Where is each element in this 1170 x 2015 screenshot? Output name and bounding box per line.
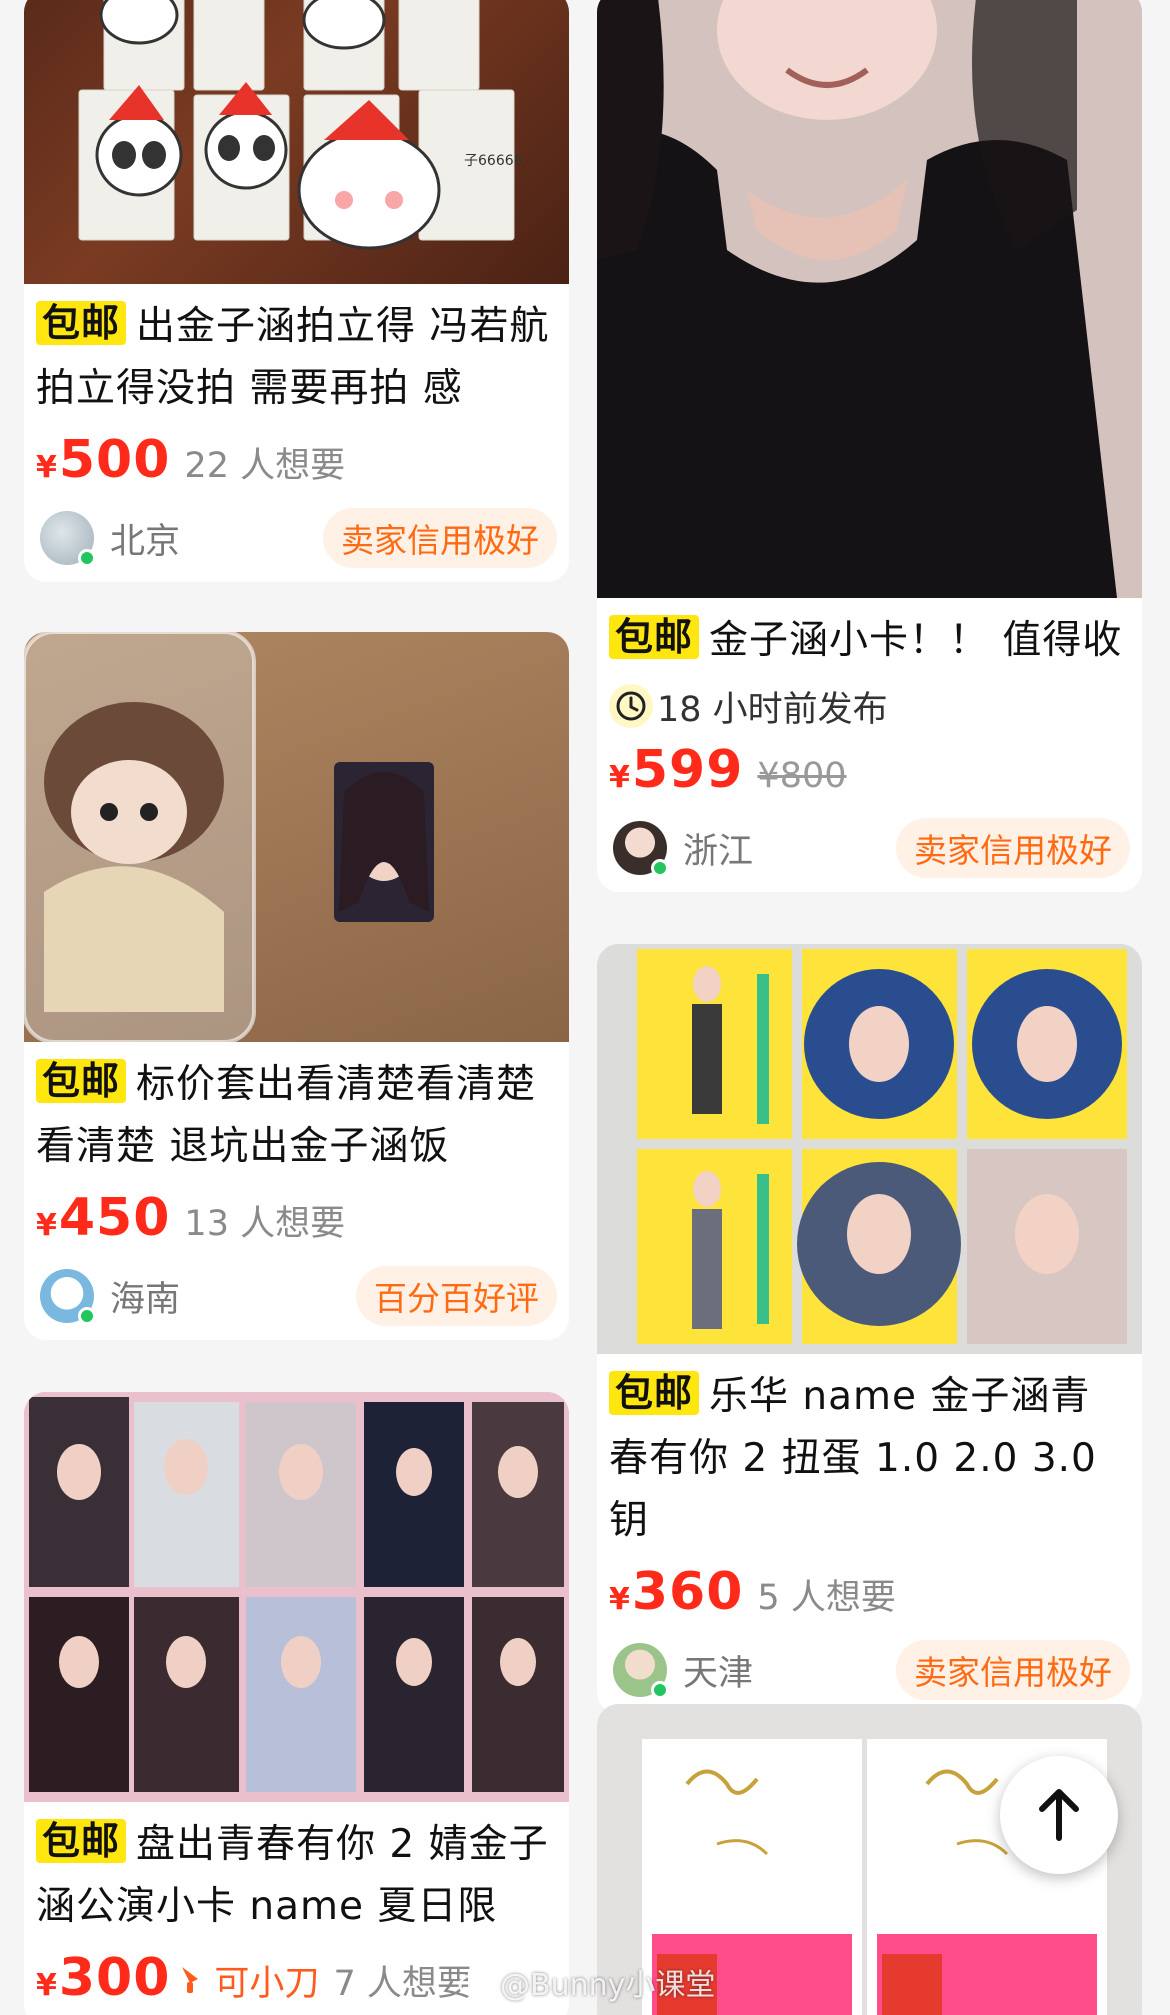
product-price: 500 <box>58 430 171 490</box>
product-card[interactable]: 包邮 金子涵小卡！！ 值得收 18 小时前发布 ¥ 599 ¥800 浙江 卖家… <box>597 0 1142 892</box>
negotiable-label: 可小刀 <box>214 1964 320 2004</box>
seller-city: 海南 <box>110 1279 181 1320</box>
online-indicator <box>651 859 669 877</box>
product-price: 300 <box>58 1948 171 2008</box>
product-price: 450 <box>58 1188 171 1248</box>
free-shipping-tag: 包邮 <box>609 1371 700 1415</box>
product-title: 包邮 金子涵小卡！！ 值得收 <box>609 610 1130 672</box>
want-count: 13 人想要 <box>184 1204 346 1244</box>
seller-row: 天津 卖家信用极好 <box>609 1640 1130 1700</box>
currency-symbol: ¥ <box>609 760 630 795</box>
product-image[interactable] <box>597 944 1142 1354</box>
back-to-top-button[interactable] <box>1000 1756 1118 1874</box>
seller-credit-badge: 卖家信用极好 <box>896 818 1130 878</box>
seller-row: 浙江 卖家信用极好 <box>609 818 1130 878</box>
publish-time-row: 18 小时前发布 <box>609 676 1130 736</box>
free-shipping-tag: 包邮 <box>36 301 127 345</box>
avatar[interactable] <box>40 1269 96 1325</box>
price-row: ¥ 500 22 人想要 <box>36 430 557 494</box>
free-shipping-tag: 包邮 <box>36 1059 127 1103</box>
free-shipping-tag: 包邮 <box>609 615 700 659</box>
currency-symbol: ¥ <box>36 1208 57 1243</box>
online-indicator <box>651 1681 669 1699</box>
avatar[interactable] <box>40 511 96 567</box>
product-title: 包邮 标价套出看清楚看清楚看清楚 退坑出金子涵饭 <box>36 1059 537 1169</box>
avatar[interactable] <box>613 1643 669 1699</box>
original-price: ¥800 <box>757 756 847 796</box>
publish-time: 18 小时前发布 <box>657 689 888 730</box>
avatar[interactable] <box>613 821 669 877</box>
seller-city: 北京 <box>110 521 181 562</box>
seller-rating-badge: 百分百好评 <box>356 1266 557 1326</box>
product-image[interactable] <box>24 632 569 1042</box>
product-card[interactable]: 子66666 包邮 出金子涵拍立得 冯若航拍立得没拍 需要再拍 感 ¥ 500 2… <box>24 0 569 582</box>
seller-city: 天津 <box>683 1653 754 1694</box>
weibo-logo-icon <box>458 1973 490 1997</box>
product-image[interactable] <box>597 0 1142 598</box>
clock-icon <box>609 684 653 728</box>
online-indicator <box>78 549 96 567</box>
product-image[interactable] <box>24 1392 569 1802</box>
price-row: ¥ 599 ¥800 <box>609 740 1130 804</box>
want-count: 5 人想要 <box>757 1578 896 1618</box>
seller-row: 海南 百分百好评 <box>36 1266 557 1326</box>
free-shipping-tag: 包邮 <box>36 1819 127 1863</box>
product-title: 包邮 乐华 name 金子涵青春有你 2 扭蛋 1.0 2.0 3.0 钥 <box>609 1371 1097 1543</box>
product-card[interactable]: 包邮 标价套出看清楚看清楚看清楚 退坑出金子涵饭 ¥ 450 13 人想要 海南 … <box>24 632 569 1340</box>
price-row: ¥ 450 13 人想要 <box>36 1188 557 1252</box>
product-title: 包邮 盘出青春有你 2 婧金子涵公演小卡 name 夏日限 <box>36 1819 549 1929</box>
product-price: 360 <box>631 1562 744 1622</box>
product-price: 599 <box>631 740 744 800</box>
product-card[interactable]: 包邮 盘出青春有你 2 婧金子涵公演小卡 name 夏日限 ¥ 300 可小刀 7… <box>24 1392 569 2015</box>
want-count: 22 人想要 <box>184 446 346 486</box>
seller-credit-badge: 卖家信用极好 <box>896 1640 1130 1700</box>
seller-credit-badge: 卖家信用极好 <box>323 508 557 568</box>
want-count: 7 人想要 <box>333 1964 472 2004</box>
product-card[interactable]: 包邮 乐华 name 金子涵青春有你 2 扭蛋 1.0 2.0 3.0 钥 ¥ 3… <box>597 944 1142 1714</box>
online-indicator <box>78 1307 96 1325</box>
arrow-up-icon <box>1039 1789 1079 1841</box>
currency-symbol: ¥ <box>36 1968 57 2003</box>
price-row: ¥ 360 5 人想要 <box>609 1562 1130 1626</box>
svg-text:子66666: 子66666 <box>464 153 523 169</box>
knife-icon <box>182 1967 199 1993</box>
product-title: 包邮 出金子涵拍立得 冯若航拍立得没拍 需要再拍 感 <box>36 301 550 411</box>
seller-row: 北京 卖家信用极好 <box>36 508 557 568</box>
currency-symbol: ¥ <box>36 450 57 485</box>
seller-city: 浙江 <box>683 831 754 872</box>
product-image[interactable]: 子66666 <box>24 0 569 284</box>
watermark: @Bunny小课堂 <box>458 1960 715 2004</box>
product-feed: 子66666 包邮 出金子涵拍立得 冯若航拍立得没拍 需要再拍 感 ¥ 500 2… <box>0 0 1170 2015</box>
currency-symbol: ¥ <box>609 1582 630 1617</box>
